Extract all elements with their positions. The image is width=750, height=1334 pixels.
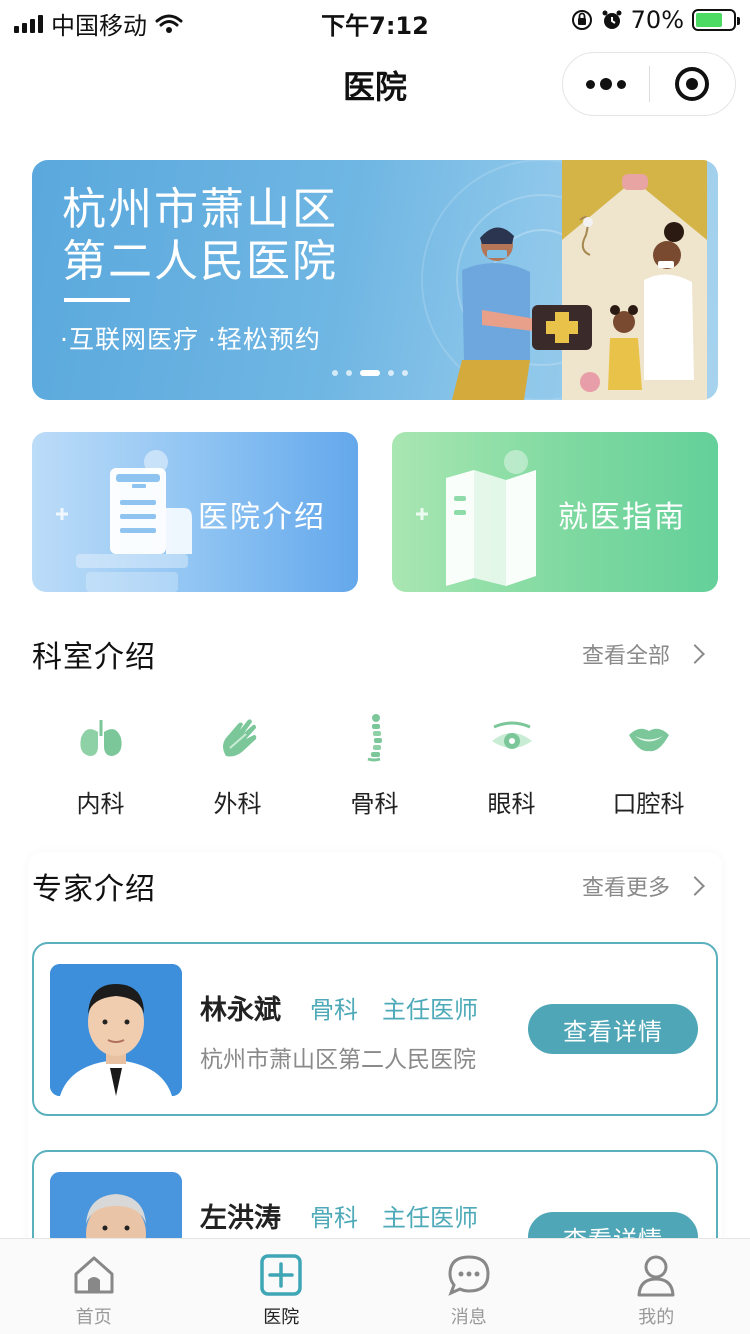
view-more-experts-link[interactable]: 查看更多: [581, 870, 705, 902]
map-guide-icon: [416, 450, 536, 586]
hero-banner[interactable]: 杭州市萧山区 第二人民医院 ·互联网医疗 ·轻松预约: [32, 160, 718, 400]
more-menu-button[interactable]: [563, 53, 649, 115]
chevron-right-icon: [685, 876, 705, 896]
doctor-title: 主任医师: [382, 996, 478, 1024]
tab-label: 消息: [450, 1307, 487, 1328]
banner-title-line1: 杭州市萧山区: [62, 184, 338, 235]
doctor-name: 林永斌: [200, 995, 281, 1026]
mouth-icon: [621, 710, 677, 766]
banner-title: 杭州市萧山区 第二人民医院: [62, 184, 338, 288]
departments-list: 内科 外科 骨科 眼科 口腔科: [32, 710, 718, 830]
dept-label: 外科: [213, 790, 262, 818]
dept-item-orthopedics[interactable]: 骨科: [306, 710, 443, 830]
view-all-label: 查看全部: [581, 644, 670, 669]
hospital-plus-icon: [257, 1251, 305, 1299]
user-icon: [632, 1251, 680, 1299]
banner-divider: [64, 298, 130, 302]
banner-subtitle: ·互联网医疗 ·轻松预约: [60, 325, 321, 354]
dept-label: 口腔科: [612, 790, 685, 818]
doctor-department: 骨科: [310, 1204, 358, 1232]
tab-label: 我的: [638, 1307, 675, 1328]
medical-guide-card[interactable]: 就医指南: [392, 432, 718, 592]
hospital-intro-card[interactable]: 医院介绍: [32, 432, 358, 592]
carousel-indicator[interactable]: [332, 370, 408, 376]
eye-icon: [484, 710, 540, 766]
dept-label: 骨科: [350, 790, 399, 818]
target-icon: [675, 67, 710, 101]
battery-percent: 70%: [630, 6, 684, 34]
view-details-button[interactable]: 查看详情: [528, 1004, 698, 1054]
departments-header: 科室介绍 查看全部: [32, 632, 718, 675]
dept-item-internal[interactable]: 内科: [32, 710, 169, 830]
view-all-departments-link[interactable]: 查看全部: [581, 638, 705, 670]
banner-illustration: [421, 160, 707, 400]
battery-icon: [692, 9, 740, 31]
banner-title-line2: 第二人民医院: [62, 236, 338, 287]
doctor-title: 主任医师: [382, 1204, 478, 1232]
carousel-dot-active[interactable]: [360, 370, 380, 376]
carousel-dot[interactable]: [402, 370, 408, 376]
chevron-right-icon: [685, 644, 705, 664]
hand-icon: [210, 710, 266, 766]
tab-messages[interactable]: 消息: [375, 1239, 563, 1334]
carousel-dot[interactable]: [346, 370, 352, 376]
tab-profile[interactable]: 我的: [563, 1239, 750, 1334]
tab-home[interactable]: 首页: [0, 1239, 188, 1334]
home-icon: [70, 1251, 118, 1299]
dept-item-ophthalmology[interactable]: 眼科: [443, 710, 580, 830]
tab-bar: 首页 医院 消息 我的: [0, 1238, 750, 1334]
orientation-lock-icon: [571, 10, 592, 30]
lungs-icon: [73, 710, 129, 766]
departments-title: 科室介绍: [32, 640, 156, 675]
clipboard-icon: [56, 450, 192, 592]
doctor-photo: [50, 964, 182, 1096]
dept-item-dental[interactable]: 口腔科: [580, 710, 717, 830]
experts-title: 专家介绍: [32, 872, 156, 907]
nav-bar: 医院: [0, 40, 750, 128]
doctor-hospital: 杭州市萧山区第二人民医院: [200, 1047, 476, 1073]
close-miniprogram-button[interactable]: [650, 53, 736, 115]
hospital-intro-label: 医院介绍: [198, 500, 326, 535]
carousel-dot[interactable]: [332, 370, 338, 376]
chat-icon: [445, 1251, 493, 1299]
spine-icon: [347, 710, 403, 766]
medical-guide-label: 就医指南: [558, 500, 686, 535]
dept-label: 内科: [76, 790, 125, 818]
view-more-label: 查看更多: [581, 876, 670, 901]
status-right: 70%: [571, 6, 740, 34]
doctor-department: 骨科: [310, 996, 358, 1024]
miniprogram-capsule: [562, 52, 736, 116]
tab-label: 首页: [75, 1307, 112, 1328]
dept-item-surgery[interactable]: 外科: [169, 710, 306, 830]
doctor-name: 左洪涛: [200, 1203, 281, 1234]
tab-label: 医院: [263, 1307, 300, 1328]
experts-header: 专家介绍 查看更多: [32, 864, 718, 907]
tab-hospital[interactable]: 医院: [188, 1239, 376, 1334]
alarm-icon: [602, 10, 622, 29]
doctor-card[interactable]: 林永斌 骨科 主任医师 杭州市萧山区第二人民医院 查看详情: [32, 942, 718, 1116]
carousel-dot[interactable]: [388, 370, 394, 376]
dept-label: 眼科: [487, 790, 536, 818]
status-bar: 中国移动 下午7:12 70%: [0, 0, 750, 40]
